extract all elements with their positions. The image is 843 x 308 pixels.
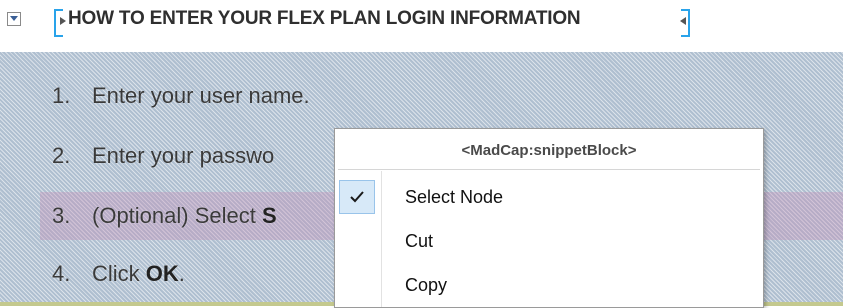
step-text-wrap: (Optional) Select S (92, 203, 277, 229)
context-menu-title: <MadCap:snippetBlock> (461, 141, 637, 159)
step-text-end: . (178, 261, 185, 286)
step-number: 1. (52, 83, 71, 108)
step-number: 3. (52, 203, 71, 228)
step-text: Enter your passwo (92, 143, 275, 168)
menu-item-cut[interactable]: Cut (335, 219, 763, 263)
step-text-wrap: Click OK. (92, 261, 185, 287)
step-bold-text: OK (145, 261, 179, 286)
tag-bracket-end-icon[interactable] (681, 9, 690, 37)
context-menu: <MadCap:snippetBlock> Select Node Cut Co… (334, 128, 764, 308)
section-header: HOW TO ENTER YOUR FLEX PLAN LOGIN INFORM… (0, 0, 843, 52)
tag-start-triangle-icon (60, 17, 66, 25)
menu-item-label: Cut (405, 230, 434, 251)
menu-item-label: Select Node (405, 186, 504, 207)
step-text: Enter your user name. (92, 83, 310, 108)
menu-item-label: Copy (405, 274, 448, 295)
list-item[interactable]: 1. Enter your user name. (0, 72, 843, 120)
step-text: Click (92, 261, 146, 286)
menu-separator (338, 169, 760, 170)
step-number: 4. (52, 261, 71, 286)
step-bold-text: S (261, 203, 277, 228)
collapse-toggle-icon[interactable] (7, 12, 21, 26)
section-heading: HOW TO ENTER YOUR FLEX PLAN LOGIN INFORM… (68, 8, 581, 29)
menu-item-select-node[interactable]: Select Node (335, 175, 763, 219)
menu-item-copy[interactable]: Copy (335, 263, 763, 307)
checkmark-icon (339, 180, 375, 214)
step-text: (Optional) Select (92, 203, 262, 228)
step-number: 2. (52, 143, 71, 168)
